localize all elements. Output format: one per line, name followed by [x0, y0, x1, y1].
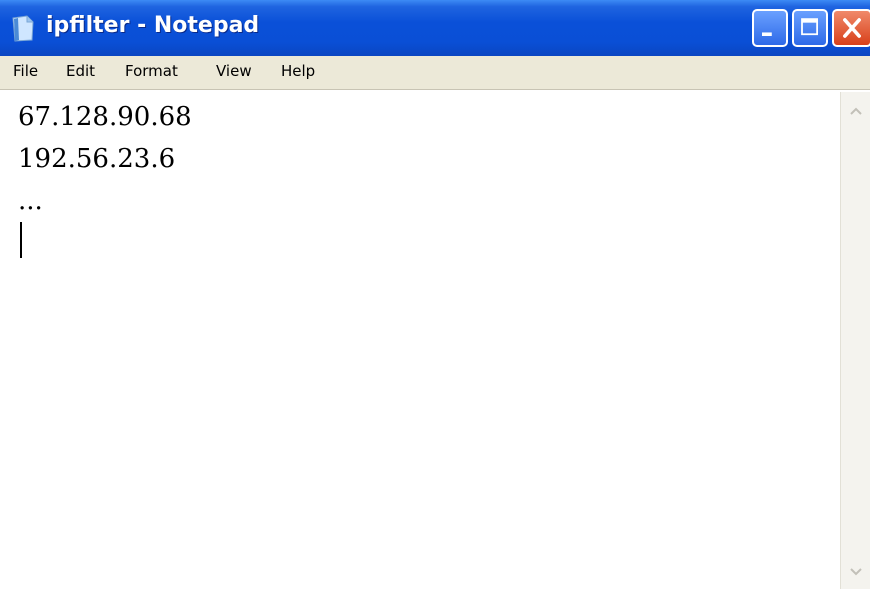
menu-format[interactable]: Format [125, 62, 178, 80]
notepad-window: ipfilter - Notepad File Edit Format View… [0, 0, 870, 589]
text-caret [20, 222, 22, 258]
menu-bar: File Edit Format View Help [0, 56, 870, 90]
menu-file[interactable]: File [13, 62, 38, 80]
menu-help[interactable]: Help [281, 62, 315, 80]
text-line: ... [18, 186, 43, 216]
minimize-button[interactable] [752, 9, 788, 47]
text-line: 192.56.23.6 [18, 144, 176, 174]
window-title: ipfilter - Notepad [46, 13, 260, 38]
scroll-down-icon[interactable] [844, 559, 868, 583]
menu-edit[interactable]: Edit [66, 62, 95, 80]
close-button[interactable] [832, 9, 870, 47]
vertical-scrollbar[interactable] [840, 92, 870, 589]
text-line: 67.128.90.68 [18, 102, 192, 132]
scroll-up-icon[interactable] [844, 100, 868, 124]
text-editor-area[interactable]: 67.128.90.68 192.56.23.6 ... [0, 92, 840, 589]
title-bar[interactable]: ipfilter - Notepad [0, 0, 870, 56]
notepad-icon[interactable] [10, 14, 36, 42]
maximize-button[interactable] [792, 9, 828, 47]
menu-view[interactable]: View [216, 62, 252, 80]
